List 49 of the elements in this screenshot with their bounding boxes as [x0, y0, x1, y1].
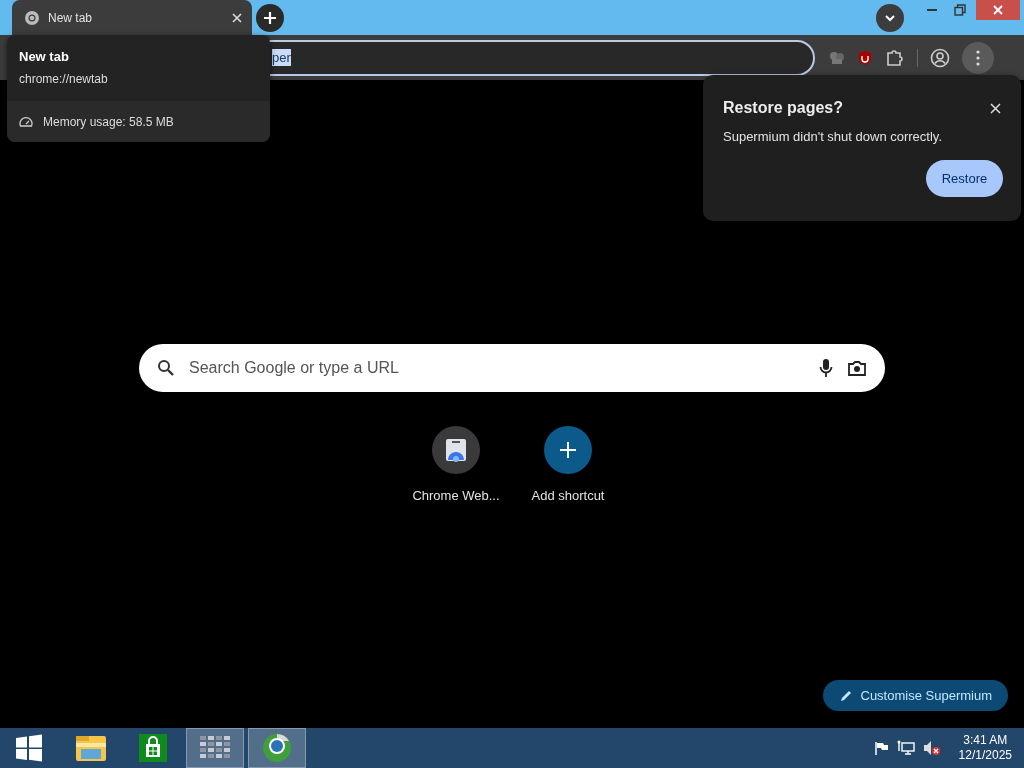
hover-card-title: New tab — [19, 49, 70, 64]
shortcut-tile[interactable]: Chrome Web... — [400, 426, 512, 503]
pencil-icon — [838, 688, 853, 703]
close-window-button[interactable] — [976, 0, 1020, 20]
clock-date: 12/1/2025 — [958, 748, 1012, 763]
menu-button[interactable] — [962, 41, 994, 74]
web-store-icon — [444, 438, 468, 462]
shield-icon[interactable] — [857, 49, 873, 66]
gauge-icon — [19, 115, 33, 128]
shortcut-tile[interactable]: Add shortcut — [512, 426, 624, 503]
restore-button[interactable]: Restore — [926, 160, 1003, 197]
flag-icon[interactable] — [872, 740, 889, 756]
more-icon — [976, 49, 980, 66]
minimize-icon — [927, 9, 937, 11]
muted-speaker-icon[interactable] — [922, 740, 941, 756]
search-placeholder: Search Google or type a URL — [189, 359, 400, 377]
customise-button[interactable]: Customise Supermium — [822, 680, 1008, 711]
dialog-message: Supermium didn't shut down correctly. — [723, 129, 943, 144]
new-tab-button[interactable] — [256, 3, 284, 32]
profile-icon[interactable] — [930, 47, 950, 68]
hover-card-url: chrome://newtab — [19, 72, 109, 86]
camera-icon[interactable] — [847, 359, 867, 377]
restore-icon — [954, 4, 966, 16]
network-icon[interactable] — [896, 740, 915, 756]
plus-icon — [263, 10, 277, 25]
shortcut-label: Add shortcut — [531, 488, 605, 503]
folder-icon — [75, 733, 107, 763]
selected-text: per — [272, 49, 291, 66]
shortcut-label: Chrome Web... — [412, 488, 500, 503]
windows-logo-icon — [15, 734, 43, 762]
browser-tab[interactable]: New tab — [12, 0, 252, 35]
close-icon — [993, 5, 1003, 15]
tab-title: New tab — [48, 10, 94, 25]
close-icon[interactable] — [232, 12, 242, 23]
extension-icon[interactable] — [829, 50, 845, 65]
memory-usage: Memory usage: 58.5 MB — [43, 114, 174, 129]
taskbar-item[interactable] — [248, 728, 306, 768]
chevron-down-icon — [885, 13, 895, 22]
search-icon — [157, 359, 175, 377]
dialog-title: Restore pages? — [723, 99, 844, 117]
clock-time: 3:41 AM — [963, 733, 1008, 748]
puzzle-icon[interactable] — [885, 47, 905, 68]
grid-icon — [199, 735, 231, 761]
search-field[interactable]: Search Google or type a URL — [139, 344, 885, 392]
globe-icon — [262, 733, 292, 763]
tab-search-button[interactable] — [876, 3, 904, 32]
close-icon[interactable] — [990, 102, 1001, 114]
microphone-icon[interactable] — [819, 358, 833, 378]
plus-icon — [558, 440, 578, 460]
